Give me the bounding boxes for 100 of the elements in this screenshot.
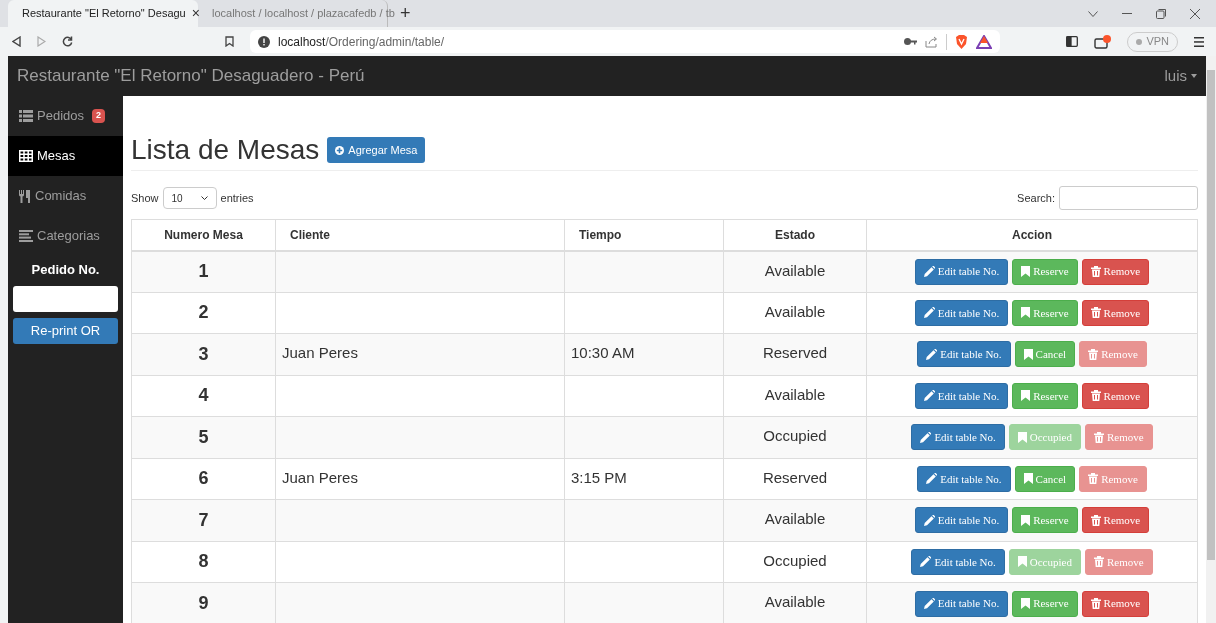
forward-icon <box>37 36 46 47</box>
new-tab-button[interactable]: + <box>400 0 411 27</box>
edit-button[interactable]: Edit table No. <box>914 258 1009 285</box>
client-name: Juan Peres <box>282 344 358 361</box>
user-menu[interactable]: luis <box>1164 64 1197 88</box>
chevron-down-icon <box>1088 10 1098 17</box>
bookmark-icon <box>1023 348 1033 360</box>
sidebar-item[interactable]: Pedidos 2 <box>8 96 123 136</box>
sidebar-icon <box>1066 36 1079 47</box>
pencil-icon <box>923 514 935 526</box>
pencil-icon <box>920 556 932 568</box>
status-text: Available <box>764 302 826 320</box>
info-icon <box>258 35 270 48</box>
remove-button[interactable]: Remove <box>1081 590 1150 617</box>
remove-button[interactable]: Remove <box>1081 507 1150 534</box>
table-number: 3 <box>198 343 209 364</box>
sidebar-item[interactable]: Comidas <box>8 176 123 216</box>
remove-button[interactable]: Remove <box>1081 258 1150 285</box>
column-header[interactable]: Estado <box>775 227 815 242</box>
status-button[interactable]: Cancel <box>1014 341 1076 368</box>
status-text: Reserved <box>762 344 828 361</box>
edit-button[interactable]: Edit table No. <box>914 299 1009 326</box>
address-bar[interactable]: localhost/Ordering/admin/table/ <box>250 30 1001 53</box>
scrollbar-thumb[interactable] <box>1207 70 1215 560</box>
time-text: 10:30 AM <box>571 344 635 361</box>
bookmark-icon <box>1021 307 1031 319</box>
remove-button[interactable]: Remove <box>1081 382 1150 409</box>
time-text: 3:15 PM <box>571 468 627 486</box>
status-button[interactable]: Reserve <box>1012 382 1078 409</box>
remove-button[interactable]: Remove <box>1081 299 1150 326</box>
close-button[interactable]: × <box>191 3 200 24</box>
trash-icon <box>1090 514 1101 526</box>
chevron-down-icon <box>200 196 208 200</box>
trash-icon <box>1090 598 1101 609</box>
status-text: Available <box>764 261 826 279</box>
edit-button[interactable]: Edit table No. <box>911 548 1005 575</box>
bookmark-icon <box>1021 514 1031 526</box>
menu-icon <box>1194 36 1204 47</box>
table-number: 8 <box>198 551 209 572</box>
search-label: Search: <box>1017 190 1055 206</box>
column-header[interactable]: Cliente <box>290 227 330 242</box>
pencil-icon <box>923 598 935 609</box>
bookmark-icon <box>1017 431 1027 443</box>
trash-icon <box>1090 307 1101 319</box>
status-button[interactable]: Reserve <box>1012 507 1078 534</box>
url-text: localhost/Ordering/admin/table/ <box>278 33 445 51</box>
trash-icon <box>1090 266 1101 277</box>
brand-title[interactable]: Restaurante "El Retorno" Desaguadero - Perú <box>17 63 365 89</box>
search-field[interactable] <box>1059 186 1198 210</box>
table-number: 9 <box>198 593 209 613</box>
reload-icon <box>62 36 73 47</box>
show-label: Show <box>131 190 159 206</box>
status-text: Available <box>764 593 826 610</box>
pencil-icon <box>923 390 935 402</box>
edit-button[interactable]: Edit table No. <box>914 382 1009 409</box>
bookmark-icon <box>1023 473 1033 485</box>
bookmark-icon <box>1021 598 1031 609</box>
bookmark-icon <box>1021 390 1031 402</box>
trash-icon <box>1090 390 1101 402</box>
trash-icon <box>1093 556 1104 568</box>
status-text: Available <box>764 385 826 403</box>
edit-button[interactable]: Edit table No. <box>911 424 1005 451</box>
status-button[interactable]: Reserve <box>1012 590 1078 617</box>
edit-button[interactable]: Edit table No. <box>917 341 1011 368</box>
minimize-icon <box>1122 13 1132 14</box>
sidebar-item[interactable]: Mesas <box>8 136 123 176</box>
order-input[interactable] <box>13 285 118 312</box>
table-number: 1 <box>198 261 209 281</box>
tab-title: Restaurante "El Retorno" Desagu <box>22 6 186 22</box>
table-number: 6 <box>198 468 209 489</box>
pencil-icon <box>923 266 935 277</box>
entries-select[interactable]: 10 <box>162 187 217 209</box>
bookmark-icon <box>1017 556 1027 568</box>
cutlery-icon <box>19 189 31 203</box>
table-number: 5 <box>198 426 209 447</box>
column-header[interactable]: Numero Mesa <box>164 227 243 242</box>
trash-icon <box>1093 431 1104 443</box>
pencil-icon <box>926 348 938 360</box>
plus-circle-icon <box>335 145 345 155</box>
triangle-icon <box>976 34 993 49</box>
status-button[interactable]: Cancel <box>1014 465 1076 492</box>
share-icon <box>925 35 939 48</box>
status-button[interactable]: Reserve <box>1012 299 1078 326</box>
reprint-button[interactable]: Re-print OR <box>13 317 118 344</box>
edit-button[interactable]: Edit table No. <box>914 507 1009 534</box>
status-text: Occupied <box>763 427 827 444</box>
browser-tab[interactable]: Restaurante "El Retorno" Desagu × <box>8 0 198 27</box>
count-badge: 2 <box>92 109 105 123</box>
bookmark-icon <box>225 36 234 47</box>
edit-button[interactable]: Edit table No. <box>917 465 1011 492</box>
trash-icon <box>1088 473 1099 485</box>
pencil-icon <box>923 307 935 319</box>
wallet-icon <box>1094 34 1112 49</box>
column-header[interactable]: Tiempo <box>579 227 622 242</box>
client-name: Juan Peres <box>282 468 358 486</box>
edit-button[interactable]: Edit table No. <box>914 590 1009 617</box>
sidebar-item[interactable]: Categorias <box>8 216 123 256</box>
status-button[interactable]: Reserve <box>1012 258 1078 285</box>
column-header[interactable]: Accion <box>1012 227 1052 242</box>
add-table-button[interactable]: Agregar Mesa <box>327 137 426 163</box>
